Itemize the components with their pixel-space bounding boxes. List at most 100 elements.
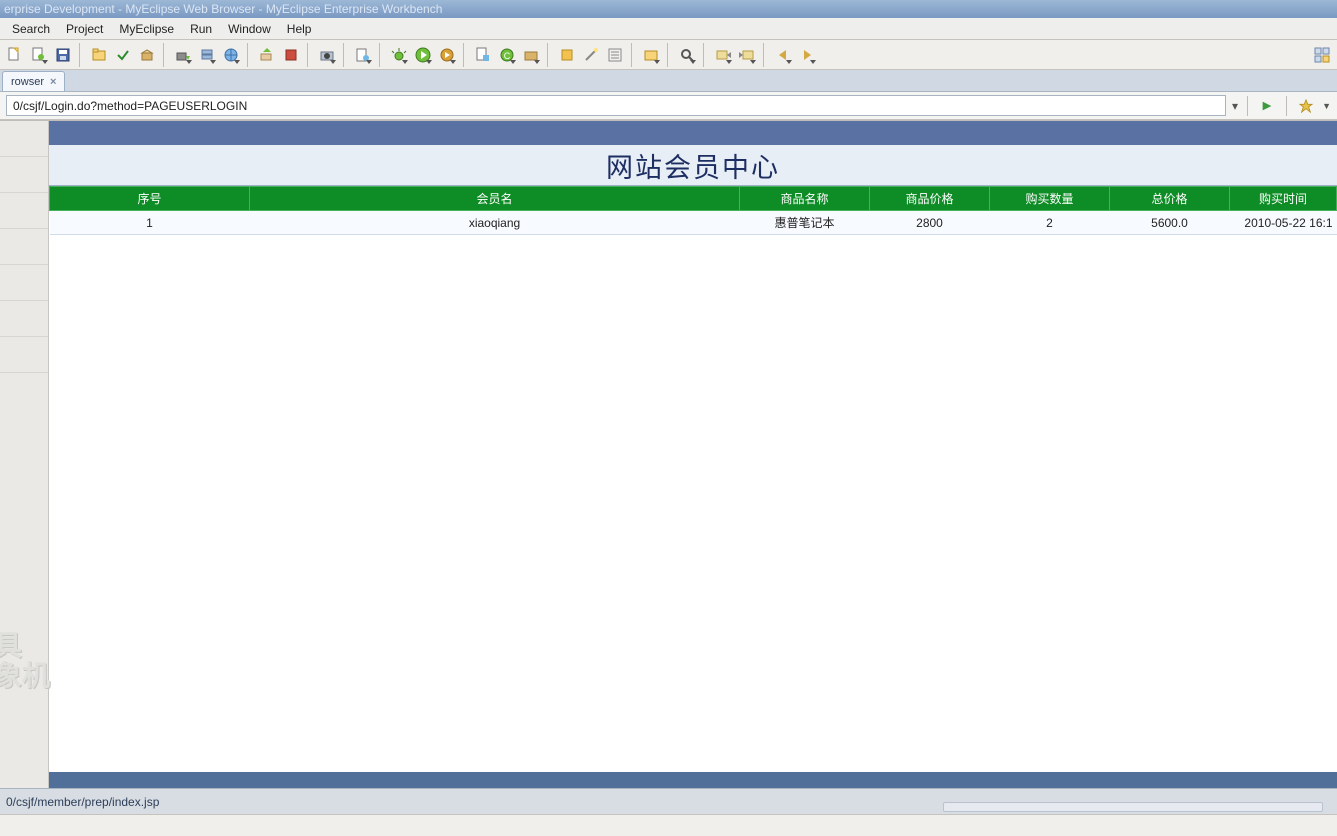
import-icon[interactable] [256,44,278,66]
cell-qty: 2 [990,211,1110,235]
favorites-dropdown-icon[interactable]: ▼ [1322,101,1331,111]
orders-table-wrap: 序号 会员名 商品名称 商品价格 购买数量 总价格 购买时间 1 xiaoqia… [49,185,1337,772]
cell-product: 惠普笔记本 [740,211,870,235]
toolbar-separator [163,43,167,67]
col-qty-header: 购买数量 [990,187,1110,211]
toolbar-separator [247,43,251,67]
menu-myeclipse[interactable]: MyEclipse [111,20,182,38]
outline-icon[interactable] [604,44,626,66]
menu-run[interactable]: Run [182,20,220,38]
cell-member: xiaoqiang [250,211,740,235]
ant-icon[interactable] [556,44,578,66]
camera-icon[interactable] [316,44,338,66]
new-dropdown-icon[interactable] [28,44,50,66]
toolbar-separator [463,43,467,67]
cell-time: 2010-05-22 16:1 [1230,211,1337,235]
search-icon[interactable] [676,44,698,66]
page-title-text: 网站会员中心 [606,146,780,185]
table-row[interactable]: 1 xiaoqiang 惠普笔记本 2800 2 5600.0 2010-05-… [50,211,1337,235]
package-icon[interactable] [136,44,158,66]
status-bar: 0/csjf/member/prep/index.jsp [0,788,1337,814]
launch-jsp-icon[interactable] [352,44,374,66]
apply-icon[interactable] [112,44,134,66]
annotation-prev-icon[interactable] [712,44,734,66]
window-titlebar: erprise Development - MyEclipse Web Brow… [0,0,1337,18]
svg-text:C: C [504,51,511,61]
back-icon[interactable] [772,44,794,66]
separator [1286,96,1287,116]
menu-help[interactable]: Help [279,20,320,38]
col-time-header: 购买时间 [1230,187,1337,211]
separator [1247,96,1248,116]
toolbar-separator [79,43,83,67]
col-product-header: 商品名称 [740,187,870,211]
stop-icon[interactable] [280,44,302,66]
url-dropdown-icon[interactable]: ▾ [1232,99,1238,113]
toolbar-separator [763,43,767,67]
tab-label: rowser [11,76,44,88]
server-icon[interactable] [196,44,218,66]
menu-search[interactable]: Search [4,20,58,38]
new-icon[interactable] [4,44,26,66]
toolbar-separator [547,43,551,67]
new-class-icon[interactable]: C [496,44,518,66]
gutter-slot [0,157,48,193]
gutter-slot [0,193,48,229]
close-icon[interactable]: × [50,76,56,88]
col-price-header: 商品价格 [870,187,990,211]
status-text: 0/csjf/member/prep/index.jsp [6,795,159,809]
deploy-icon[interactable] [172,44,194,66]
annotation-next-icon[interactable] [736,44,758,66]
col-member-header: 会员名 [250,187,740,211]
gutter-slot [0,229,48,265]
web-page: 网站会员中心 序号 会员名 商品名称 商品价格 购买数量 总价格 购买时间 [49,121,1337,788]
col-total-header: 总价格 [1110,187,1230,211]
go-icon[interactable] [1257,96,1277,116]
gutter-slot [0,121,48,157]
run-icon[interactable] [412,44,434,66]
page-footer-band [49,772,1337,788]
toolbar-separator [703,43,707,67]
bottom-bar [0,814,1337,836]
menu-window[interactable]: Window [220,20,279,38]
cell-price: 2800 [870,211,990,235]
editor-tab-strip: rowser × [0,70,1337,92]
progress-bar [943,802,1323,812]
run-last-icon[interactable] [436,44,458,66]
browser-icon[interactable] [220,44,242,66]
orders-table: 序号 会员名 商品名称 商品价格 购买数量 总价格 购买时间 1 xiaoqia… [49,186,1337,235]
perspective-switch-icon[interactable] [1311,44,1333,66]
open-type-icon[interactable] [88,44,110,66]
new-package-icon[interactable] [520,44,542,66]
toolbar-separator [379,43,383,67]
cell-total: 5600.0 [1110,211,1230,235]
favorites-icon[interactable] [1296,96,1316,116]
address-bar: ▾ ▼ [0,92,1337,120]
toolbar-separator [307,43,311,67]
page-header-band [49,121,1337,145]
editor-body: 网站会员中心 序号 会员名 商品名称 商品价格 购买数量 总价格 购买时间 [0,120,1337,788]
toolbar-separator [631,43,635,67]
gutter-slot [0,265,48,301]
save-icon[interactable] [52,44,74,66]
cell-seq: 1 [50,211,250,235]
tab-browser[interactable]: rowser × [2,71,65,91]
page-title: 网站会员中心 [49,145,1337,185]
toolbar-separator [667,43,671,67]
gutter-slot [0,301,48,337]
forward-icon[interactable] [796,44,818,66]
wand-icon[interactable] [580,44,602,66]
menu-project[interactable]: Project [58,20,111,38]
left-gutter [0,121,49,788]
window-title: erprise Development - MyEclipse Web Brow… [4,2,442,16]
debug-icon[interactable] [388,44,410,66]
url-input[interactable] [6,95,1226,116]
gutter-slot [0,337,48,373]
new-jsp-icon[interactable] [472,44,494,66]
menu-bar: Search Project MyEclipse Run Window Help [0,18,1337,40]
main-toolbar: C [0,40,1337,70]
open-resource-icon[interactable] [640,44,662,66]
table-header-row: 序号 会员名 商品名称 商品价格 购买数量 总价格 购买时间 [50,187,1337,211]
col-seq-header: 序号 [50,187,250,211]
toolbar-separator [343,43,347,67]
